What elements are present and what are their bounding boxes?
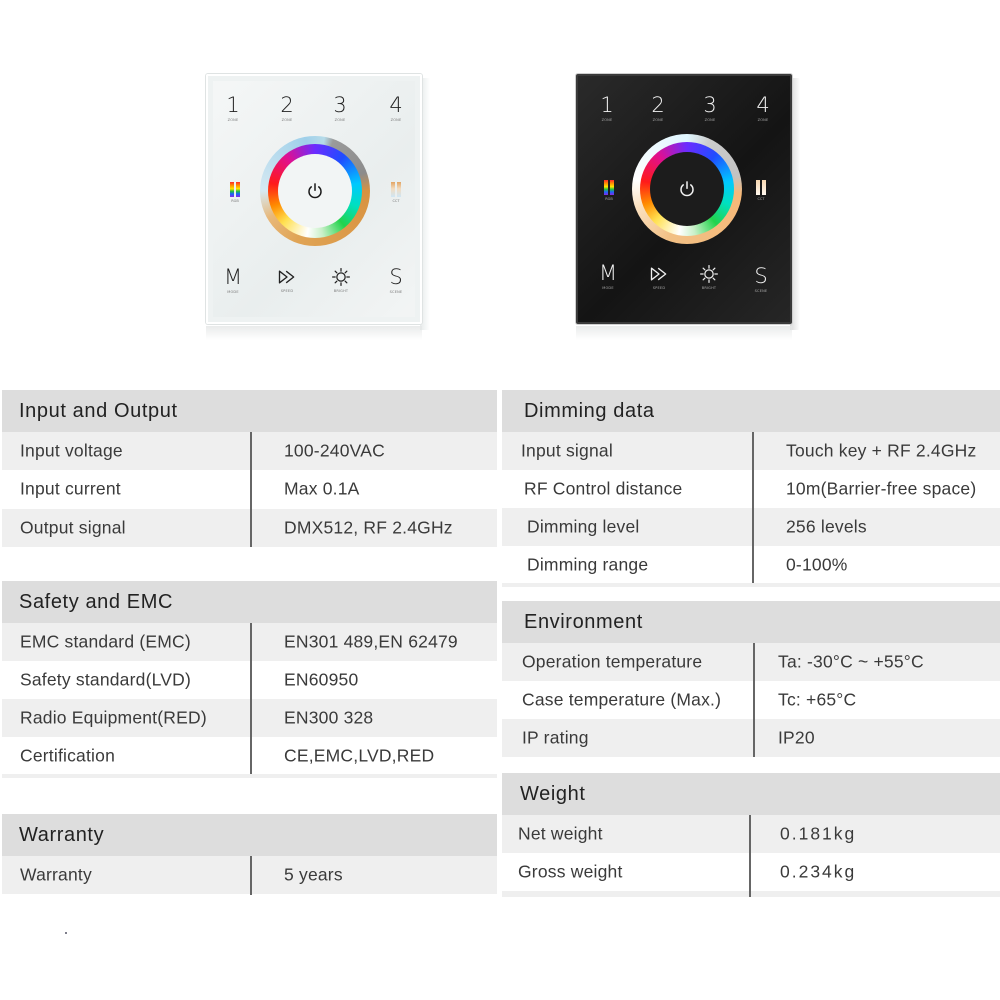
spec-key: Input signal: [521, 440, 613, 461]
zone-1-key: 1 ZONE: [600, 93, 614, 122]
column-divider: [753, 643, 755, 757]
spec-key: Certification: [20, 745, 115, 766]
spec-row: Net weight 0.181kg: [502, 815, 1000, 853]
column-divider: [749, 815, 751, 897]
section-title: Dimming data: [524, 399, 655, 422]
spec-value: EN301 489,EN 62479: [284, 631, 458, 652]
rgb-mode-icon: RGB: [602, 180, 616, 201]
spec-value: Ta: -30°C ~ +55°C: [778, 651, 924, 672]
spec-row: Input signal Touch key + RF 2.4GHz: [502, 432, 1000, 470]
section-bottom-strip: [502, 891, 1000, 897]
bright-key: BRIGHT: [692, 264, 726, 290]
section-header-safety-emc: Safety and EMC: [2, 581, 497, 623]
scene-key: S SCENE: [754, 264, 768, 293]
section-title: Safety and EMC: [19, 590, 174, 613]
panel-face: 1 ZONE 2 ZONE 3 ZONE 4 ZONE RGB CCT M MO…: [576, 74, 792, 324]
mode-key: M MODE: [223, 265, 243, 294]
spec-value: 0.181kg: [780, 823, 857, 844]
spec-value: Tc: +65°C: [778, 689, 857, 710]
spec-value: 0.234kg: [780, 861, 857, 882]
panel-face: 1 ZONE 2 ZONE 3 ZONE 4 ZONE RGB CCT M MO…: [206, 74, 422, 324]
color-wheel-ring: [632, 134, 742, 244]
spec-key: Operation temperature: [522, 651, 703, 672]
column-divider: [250, 432, 252, 547]
speed-key: SPEED: [642, 264, 676, 290]
zone-4-key: 4 ZONE: [389, 93, 403, 122]
spec-key: Safety standard(LVD): [20, 669, 191, 690]
zone-1-key: 1 ZONE: [226, 93, 240, 122]
spec-key: IP rating: [522, 727, 589, 748]
column-divider: [250, 856, 252, 895]
rgb-mode-icon: RGB: [228, 182, 242, 203]
white-touch-panel-image: 1 ZONE 2 ZONE 3 ZONE 4 ZONE RGB CCT M MO…: [206, 74, 430, 340]
spec-row: Dimming range 0-100%: [502, 546, 1000, 584]
spec-key: Dimming range: [527, 554, 649, 575]
zone-4-key: 4 ZONE: [756, 93, 770, 122]
black-touch-panel-image: 1 ZONE 2 ZONE 3 ZONE 4 ZONE RGB CCT M MO…: [576, 74, 800, 340]
section-bottom-strip: [2, 774, 497, 778]
section-header-weight: Weight: [502, 773, 1000, 815]
stray-dot: [65, 932, 67, 934]
column-divider: [250, 623, 252, 774]
speed-key: SPEED: [270, 267, 304, 293]
spec-value: Touch key + RF 2.4GHz: [786, 440, 977, 461]
speed-icon: [650, 267, 667, 281]
spec-key: Output signal: [20, 517, 126, 538]
spec-row: Operation temperature Ta: -30°C ~ +55°C: [502, 643, 1000, 681]
spec-value: 100-240VAC: [284, 440, 385, 461]
spec-key: RF Control distance: [524, 478, 683, 499]
section-title: Weight: [520, 782, 586, 805]
section-title: Environment: [524, 610, 643, 633]
spec-value: DMX512, RF 2.4GHz: [284, 517, 453, 538]
spec-value: 10m(Barrier-free space): [786, 478, 977, 499]
spec-key: Input current: [20, 478, 121, 499]
color-wheel-ring: [260, 136, 370, 246]
zone-3-key: 3 ZONE: [333, 93, 347, 122]
cct-mode-icon: CCT: [754, 180, 768, 201]
spec-value: IP20: [778, 727, 815, 748]
speed-icon: [278, 270, 295, 284]
power-icon: [308, 183, 322, 199]
spec-value: Max 0.1A: [284, 478, 360, 499]
spec-row: Dimming level 256 levels: [502, 508, 1000, 546]
column-divider: [752, 432, 754, 583]
section-title: Input and Output: [19, 399, 178, 422]
section-header-dimming-data: Dimming data: [502, 390, 1000, 432]
section-header-input-output: Input and Output: [2, 390, 497, 432]
spec-key: Dimming level: [527, 516, 640, 537]
bright-key: BRIGHT: [324, 267, 358, 293]
mode-key: M MODE: [598, 261, 618, 290]
spec-key: EMC standard (EMC): [20, 631, 191, 652]
spec-row: RF Control distance 10m(Barrier-free spa…: [502, 470, 1000, 508]
brightness-icon: [332, 268, 350, 286]
spec-value: 5 years: [284, 864, 343, 885]
zone-2-key: 2 ZONE: [651, 93, 665, 122]
power-icon: [680, 181, 694, 197]
spec-key: Input voltage: [20, 440, 123, 461]
spec-key: Warranty: [20, 864, 92, 885]
scene-key: S SCENE: [389, 265, 403, 294]
section-header-environment: Environment: [502, 601, 1000, 643]
spec-key: Case temperature (Max.): [522, 689, 722, 710]
spec-key: Radio Equipment(RED): [20, 707, 207, 728]
brightness-icon: [700, 265, 718, 283]
spec-key: Gross weight: [518, 861, 623, 882]
section-bottom-strip: [502, 583, 1000, 587]
spec-value: 0-100%: [786, 554, 848, 575]
zone-2-key: 2 ZONE: [280, 93, 294, 122]
section-header-warranty: Warranty: [2, 814, 497, 856]
panel-reflection: [206, 326, 422, 340]
spec-row: Gross weight 0.234kg: [502, 853, 1000, 891]
section-title: Warranty: [19, 823, 105, 846]
spec-key: Net weight: [518, 823, 603, 844]
spec-value: EN300 328: [284, 707, 374, 728]
panel-reflection: [576, 326, 792, 340]
spec-value: EN60950: [284, 669, 359, 690]
spec-value: 256 levels: [786, 516, 867, 537]
cct-mode-icon: CCT: [389, 182, 403, 203]
zone-3-key: 3 ZONE: [703, 93, 717, 122]
spec-value: CE,EMC,LVD,RED: [284, 745, 435, 766]
spec-row: Case temperature (Max.) Tc: +65°C: [502, 681, 1000, 719]
spec-row: IP rating IP20: [502, 719, 1000, 757]
